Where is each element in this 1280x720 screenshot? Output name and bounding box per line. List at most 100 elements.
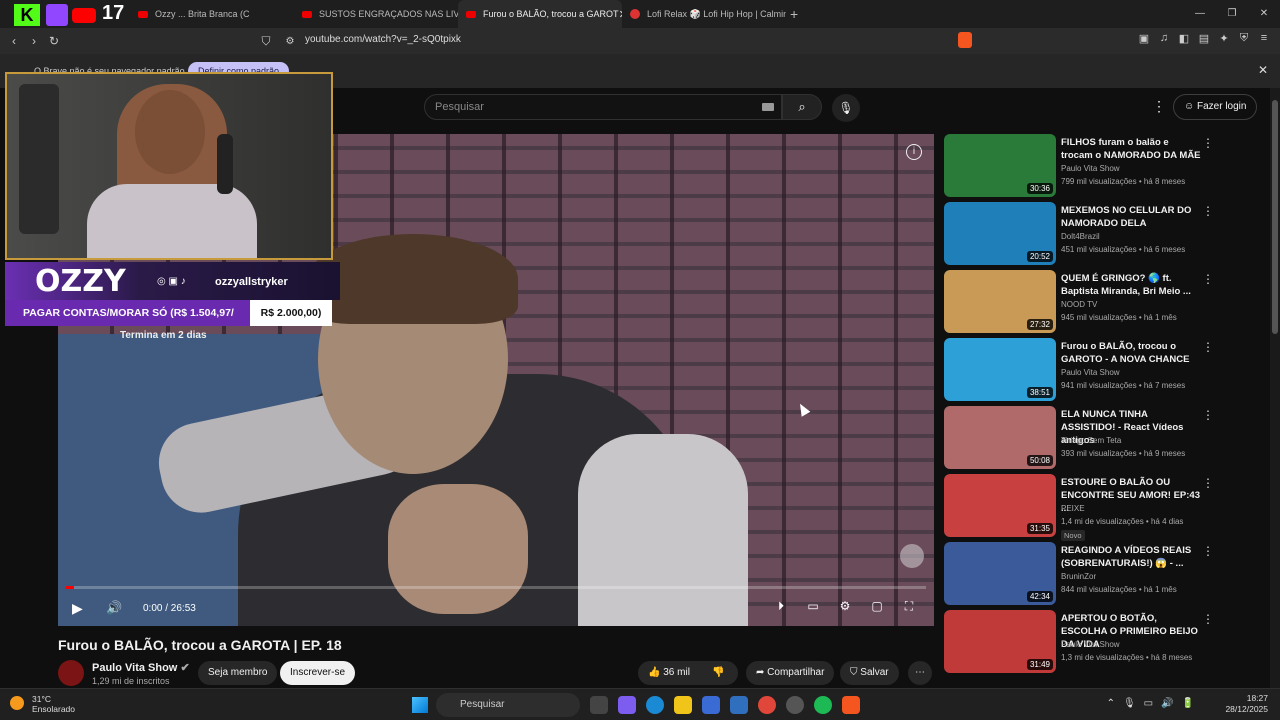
brave-shields-icon[interactable] (958, 32, 972, 48)
play-icon[interactable]: ▶ (72, 600, 83, 617)
dislike-button[interactable]: 👎 (712, 661, 724, 685)
recommendation-title[interactable]: Furou o BALÃO, trocou o GAROTO - A NOVA … (1061, 340, 1201, 366)
video-thumbnail[interactable]: 50:08 (944, 406, 1056, 469)
list-item[interactable]: 50:08 ELA NUNCA TINHA ASSISTIDO! - React … (944, 406, 1264, 474)
list-item[interactable]: 30:36 FILHOS furam o balão e trocam o NAM… (944, 134, 1264, 202)
recommendation-title[interactable]: REAGINDO A VÍDEOS REAIS (SOBRENATURAIS!)… (1061, 544, 1201, 570)
menu-icon[interactable]: ≡ (1258, 32, 1270, 45)
bookmark-icon[interactable]: ⛉ (256, 34, 276, 49)
subtitles-icon[interactable]: ▭ (804, 599, 822, 614)
system-tray-icons[interactable]: ⌃🎙▭🔊🔋 (1107, 698, 1202, 709)
more-options-icon[interactable]: ⋮ (1202, 476, 1214, 490)
copilot-icon[interactable] (618, 696, 636, 714)
more-options-icon[interactable]: ⋮ (1202, 204, 1214, 218)
keyboard-icon[interactable] (762, 103, 774, 111)
recommendation-title[interactable]: QUEM É GRINGO? 🌎 ft. Baptista Miranda, B… (1061, 272, 1201, 298)
task-view-icon[interactable] (590, 696, 608, 714)
more-options-icon[interactable]: ⋮ (1202, 408, 1214, 422)
forward-icon[interactable]: › (24, 34, 44, 48)
autoplay-toggle[interactable]: ⏵ (772, 599, 790, 614)
settings-menu-icon[interactable]: ⋮ (1152, 98, 1166, 115)
subscribe-button[interactable]: Inscrever-se (280, 661, 356, 685)
like-button[interactable]: 👍 36 mil (648, 661, 690, 685)
list-item[interactable]: 42:34 REAGINDO A VÍDEOS REAIS (SOBRENATUR… (944, 542, 1264, 610)
search-button[interactable]: ⌕ (782, 94, 822, 120)
back-icon[interactable]: ‹ (4, 34, 24, 48)
spotify-icon[interactable] (814, 696, 832, 714)
video-thumbnail[interactable]: 20:52 (944, 202, 1056, 265)
store-icon[interactable] (702, 696, 720, 714)
site-info-icon[interactable]: ⚙ (280, 36, 300, 47)
login-button[interactable]: ☺ Fazer login (1173, 94, 1258, 120)
volume-icon[interactable]: 🔊 (106, 600, 122, 616)
tab-3-active[interactable]: Furou o BALÃO, trocou a GAROT✕ (458, 0, 622, 28)
close-icon[interactable]: ✕ (1258, 63, 1268, 77)
brave-icon[interactable] (842, 696, 860, 714)
url-field[interactable]: youtube.com/watch?v=_2-sQ0tpixk (305, 34, 461, 45)
recommendation-channel: Dolt4Brazil (1061, 232, 1100, 241)
voice-search-button[interactable]: 🎙 (832, 94, 860, 122)
reload-icon[interactable]: ↻ (44, 34, 64, 48)
more-options-icon[interactable]: ⋮ (1202, 272, 1214, 286)
list-item[interactable]: 20:52 MEXEMOS NO CELULAR DO NAMORADO DELA… (944, 202, 1264, 270)
like-dislike-group: 👍 36 mil 👎 (638, 661, 738, 685)
channel-watermark[interactable] (900, 544, 924, 568)
stream-brand-bar: OZZY ◎ ▣ ♪ ozzyallstryker (5, 262, 340, 300)
mail-icon[interactable] (730, 696, 748, 714)
video-thumbnail[interactable]: 31:35 (944, 474, 1056, 537)
share-button[interactable]: ➦ Compartilhar (746, 661, 835, 685)
fullscreen-icon[interactable]: ⛶ (900, 599, 918, 614)
wallet-icon[interactable]: ▣ (1138, 32, 1150, 45)
tab-4[interactable]: Lofi Relax 🎲 Lofi Hip Hop | Calming (622, 0, 786, 28)
more-actions-button[interactable]: ⋯ (908, 661, 932, 685)
progress-bar[interactable] (66, 586, 926, 589)
theater-mode-icon[interactable]: ▢ (868, 599, 886, 614)
leo-icon[interactable]: ✦ (1218, 32, 1230, 45)
music-icon[interactable]: ♫ (1158, 32, 1170, 45)
taskbar-search[interactable]: Pesquisar (436, 693, 580, 717)
video-thumbnail[interactable]: 27:32 (944, 270, 1056, 333)
settings-gear-icon[interactable]: ⚙ (836, 599, 854, 614)
video-thumbnail[interactable]: 30:36 (944, 134, 1056, 197)
video-thumbnail[interactable]: 38:51 (944, 338, 1056, 401)
info-icon[interactable]: i (906, 144, 922, 160)
player-controls: ▶ 🔊 0:00 / 26:53 ⏵ ▭ ⚙ ▢ ⛶ (58, 594, 934, 626)
close-window-button[interactable]: ✕ (1248, 0, 1280, 28)
tab-2[interactable]: SUSTOS ENGRAÇADOS NAS LIVES # (294, 0, 458, 28)
more-options-icon[interactable]: ⋮ (1202, 340, 1214, 354)
new-tab-button[interactable]: + (790, 6, 798, 22)
recommendation-title[interactable]: FILHOS furam o balão e trocam o NAMORADO… (1061, 136, 1201, 162)
more-options-icon[interactable]: ⋮ (1202, 544, 1214, 558)
list-item[interactable]: 31:35 ESTOURE O BALÃO OU ENCONTRE SEU AMO… (944, 474, 1264, 542)
video-thumbnail[interactable]: 31:49 (944, 610, 1056, 673)
page-scrollbar[interactable] (1270, 88, 1280, 688)
search-input[interactable]: Pesquisar (424, 94, 782, 120)
recommendation-meta: 1,3 mi de visualizações • há 8 meses (1061, 653, 1193, 662)
vpn-icon[interactable]: ⛨ (1238, 32, 1250, 45)
list-item[interactable]: 27:32 QUEM É GRINGO? 🌎 ft. Baptista Miran… (944, 270, 1264, 338)
channel-name[interactable]: Paulo Vita Show ✔ (92, 661, 190, 674)
file-explorer-icon[interactable] (674, 696, 692, 714)
sidebar-icon[interactable]: ◧ (1178, 32, 1190, 45)
webcam-person (135, 90, 205, 174)
overlay-counter: 17 (102, 2, 125, 24)
edge-icon[interactable] (646, 696, 664, 714)
app-icon[interactable] (786, 696, 804, 714)
wallet-icon[interactable]: ▤ (1198, 32, 1210, 45)
tab-1[interactable]: Ozzy ... Brita Branca (C (130, 0, 294, 28)
recommendation-title[interactable]: MEXEMOS NO CELULAR DO NAMORADO DELA (1061, 204, 1201, 230)
maximize-button[interactable]: ❐ (1216, 0, 1248, 28)
save-button[interactable]: ⛉ Salvar (840, 661, 899, 685)
video-thumbnail[interactable]: 42:34 (944, 542, 1056, 605)
chrome-icon[interactable] (758, 696, 776, 714)
list-item[interactable]: 31:49 APERTOU O BOTÃO, ESCOLHA O PRIMEIRO… (944, 610, 1264, 678)
list-item[interactable]: 38:51 Furou o BALÃO, trocou o GAROTO - A … (944, 338, 1264, 406)
scrollbar-thumb[interactable] (1272, 100, 1278, 334)
more-options-icon[interactable]: ⋮ (1202, 612, 1214, 626)
more-options-icon[interactable]: ⋮ (1202, 136, 1214, 150)
clock[interactable]: 18:27 28/12/2025 (1225, 693, 1268, 715)
avatar[interactable] (58, 660, 84, 686)
minimize-button[interactable]: — (1184, 0, 1216, 28)
windows-start-icon[interactable] (412, 697, 428, 713)
join-button[interactable]: Seja membro (198, 661, 278, 685)
